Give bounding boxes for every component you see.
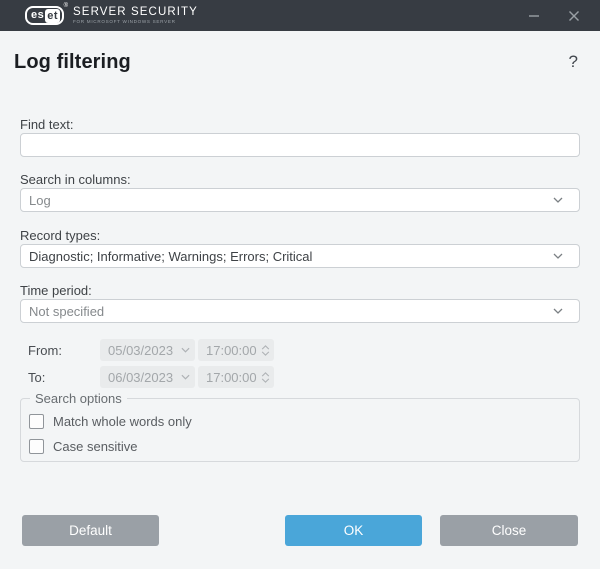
spinner-arrows-icon[interactable]: [261, 372, 270, 383]
minimize-button[interactable]: [514, 0, 554, 31]
close-dialog-button[interactable]: Close: [440, 515, 578, 546]
from-date-picker[interactable]: 05/03/2023: [100, 339, 195, 361]
to-time-value: 17:00:00: [206, 370, 261, 385]
case-sensitive-label: Case sensitive: [53, 439, 138, 454]
find-text-input[interactable]: [20, 133, 580, 157]
record-types-label: Record types:: [20, 228, 100, 243]
search-in-columns-label: Search in columns:: [20, 172, 131, 187]
title-bar: es et ® SERVER SECURITY FOR MICROSOFT WI…: [0, 0, 600, 31]
close-button[interactable]: [554, 0, 594, 31]
record-types-value: Diagnostic; Informative; Warnings; Error…: [29, 249, 553, 264]
brand: es et ® SERVER SECURITY FOR MICROSOFT WI…: [25, 6, 198, 25]
product-name: SERVER SECURITY: [73, 6, 198, 18]
time-period-label: Time period:: [20, 283, 92, 298]
minimize-icon: [528, 10, 540, 22]
chevron-down-icon: [181, 374, 190, 380]
window-controls: [514, 0, 600, 31]
from-time-spinner[interactable]: 17:00:00: [198, 339, 274, 361]
help-icon[interactable]: ?: [569, 52, 578, 72]
close-icon: [568, 10, 580, 22]
to-date-picker[interactable]: 06/03/2023: [100, 366, 195, 388]
search-options-group: Search options Match whole words only Ca…: [20, 398, 580, 462]
to-time-spinner[interactable]: 17:00:00: [198, 366, 274, 388]
match-whole-words-row[interactable]: Match whole words only: [29, 413, 192, 429]
eset-logo-es: es: [31, 10, 44, 21]
case-sensitive-checkbox[interactable]: [29, 439, 44, 454]
match-whole-words-label: Match whole words only: [53, 414, 192, 429]
registered-mark: ®: [64, 3, 68, 9]
record-types-dropdown[interactable]: Diagnostic; Informative; Warnings; Error…: [20, 244, 580, 268]
brand-text: SERVER SECURITY FOR MICROSOFT WINDOWS SE…: [73, 6, 198, 25]
to-date-value: 06/03/2023: [108, 370, 181, 385]
from-label: From:: [28, 343, 62, 358]
find-text-label: Find text:: [20, 117, 73, 132]
match-whole-words-checkbox[interactable]: [29, 414, 44, 429]
time-period-value: Not specified: [29, 304, 553, 319]
to-label: To:: [28, 370, 45, 385]
spinner-arrows-icon[interactable]: [261, 345, 270, 356]
chevron-down-icon: [553, 253, 563, 259]
chevron-down-icon: [553, 197, 563, 203]
page-title: Log filtering: [14, 51, 131, 74]
eset-logo-et: et: [45, 9, 60, 23]
search-in-columns-dropdown[interactable]: Log: [20, 188, 580, 212]
from-date-value: 05/03/2023: [108, 343, 181, 358]
time-period-dropdown[interactable]: Not specified: [20, 299, 580, 323]
ok-button[interactable]: OK: [285, 515, 422, 546]
chevron-down-icon: [553, 308, 563, 314]
search-options-legend: Search options: [30, 391, 127, 406]
eset-logo: es et ®: [25, 6, 64, 25]
default-button[interactable]: Default: [22, 515, 159, 546]
product-subtitle: FOR MICROSOFT WINDOWS SERVER: [73, 19, 198, 25]
from-time-value: 17:00:00: [206, 343, 261, 358]
search-in-columns-value: Log: [29, 193, 553, 208]
chevron-down-icon: [181, 347, 190, 353]
page-header: Log filtering ?: [0, 31, 600, 91]
case-sensitive-row[interactable]: Case sensitive: [29, 438, 138, 454]
